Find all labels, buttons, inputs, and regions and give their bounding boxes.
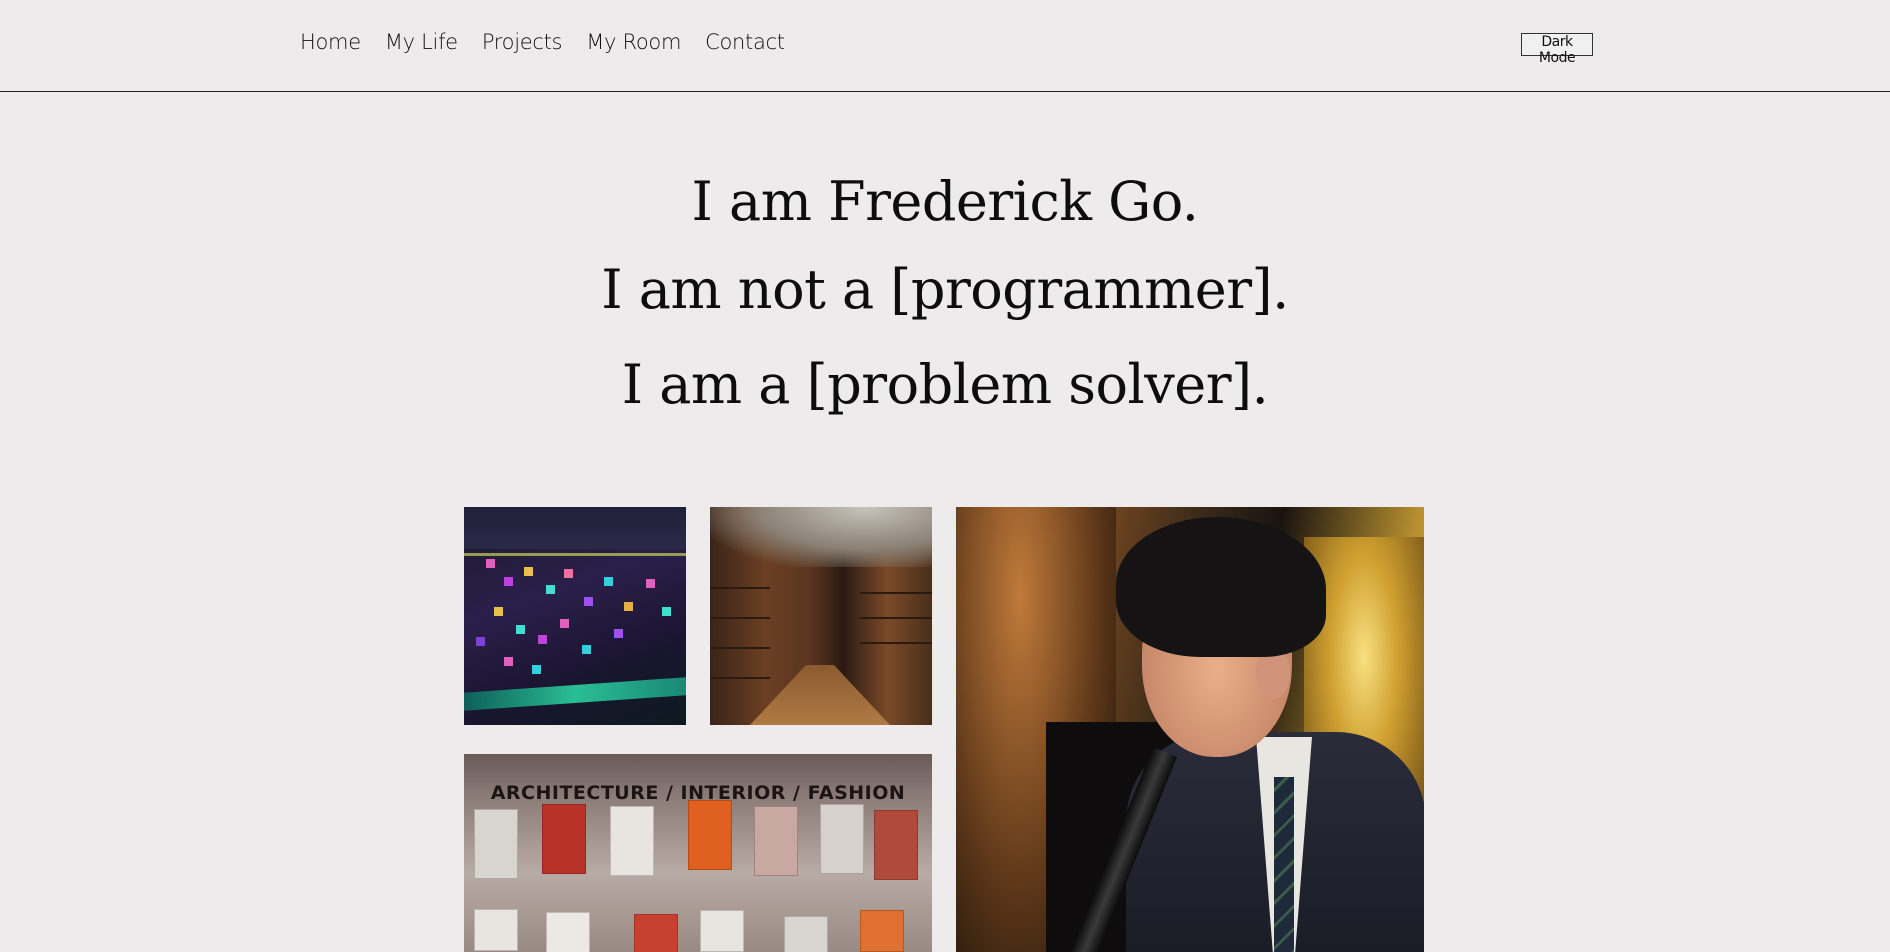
photo-note <box>494 607 503 616</box>
library-photo <box>710 507 932 725</box>
top-navbar: Home My Life Projects My Room Contact Da… <box>0 0 1890 92</box>
photo-note <box>516 625 525 634</box>
photo-note <box>532 665 541 674</box>
photo-screen-topbar <box>464 507 686 549</box>
photo-magazine <box>634 914 678 952</box>
nav-links: Home My Life Projects My Room Contact <box>300 30 785 54</box>
photo-magazine <box>820 804 864 874</box>
photo-note <box>524 567 533 576</box>
photo-floor <box>750 665 890 725</box>
photo-magazine <box>860 910 904 952</box>
nav-my-room-link[interactable]: My Room <box>586 30 681 54</box>
photo-tie <box>1274 777 1294 952</box>
photo-note <box>486 559 495 568</box>
photo-magazine <box>546 912 590 952</box>
photo-note <box>504 577 513 586</box>
clarinet-player-photo <box>956 507 1424 952</box>
photo-note <box>662 607 671 616</box>
photo-playhead-line <box>464 553 686 556</box>
photo-note <box>646 579 655 588</box>
hero-problem-solver-heading: I am a [problem solver]. <box>621 353 1269 416</box>
photo-magazine <box>688 800 732 870</box>
photo-magazine <box>700 910 744 952</box>
photo-waveform <box>464 677 686 711</box>
photo-magazine <box>474 909 518 951</box>
nav-projects-link[interactable]: Projects <box>482 30 563 54</box>
photo-shelf <box>710 677 770 679</box>
photo-note <box>614 629 623 638</box>
photo-magazine <box>874 810 918 880</box>
photo-note <box>476 637 485 646</box>
photo-magazine <box>474 809 518 879</box>
photo-shelf <box>860 642 932 644</box>
photo-note <box>504 657 513 666</box>
photo-shelf <box>860 617 932 619</box>
photo-note <box>546 585 555 594</box>
photo-shelf <box>710 647 770 649</box>
photo-ceiling <box>710 507 932 567</box>
photo-note <box>584 597 593 606</box>
magazine-rack-photo: ARCHITECTURE / INTERIOR / FASHION <box>464 754 932 952</box>
photo-shelf <box>710 587 770 589</box>
photo-note <box>538 635 547 644</box>
hero-not-programmer-heading: I am not a [programmer]. <box>601 258 1289 321</box>
photo-note <box>582 645 591 654</box>
music-editor-photo <box>464 507 686 725</box>
photo-note <box>564 569 573 578</box>
photo-magazine <box>754 806 798 876</box>
nav-home-link[interactable]: Home <box>300 30 361 54</box>
photo-shelf <box>860 592 932 594</box>
photo-magazine <box>610 806 654 876</box>
hero-name-heading: I am Frederick Go. <box>691 170 1199 233</box>
photo-note <box>604 577 613 586</box>
photo-magazine <box>542 804 586 874</box>
dark-mode-button[interactable]: Dark Mode <box>1521 33 1593 66</box>
photo-shelf <box>710 617 770 619</box>
nav-my-life-link[interactable]: My Life <box>385 30 458 54</box>
photo-note <box>560 619 569 628</box>
photo-magazine <box>784 916 828 952</box>
photo-note <box>624 602 633 611</box>
nav-contact-link[interactable]: Contact <box>705 30 785 54</box>
photo-hair <box>1116 517 1326 657</box>
